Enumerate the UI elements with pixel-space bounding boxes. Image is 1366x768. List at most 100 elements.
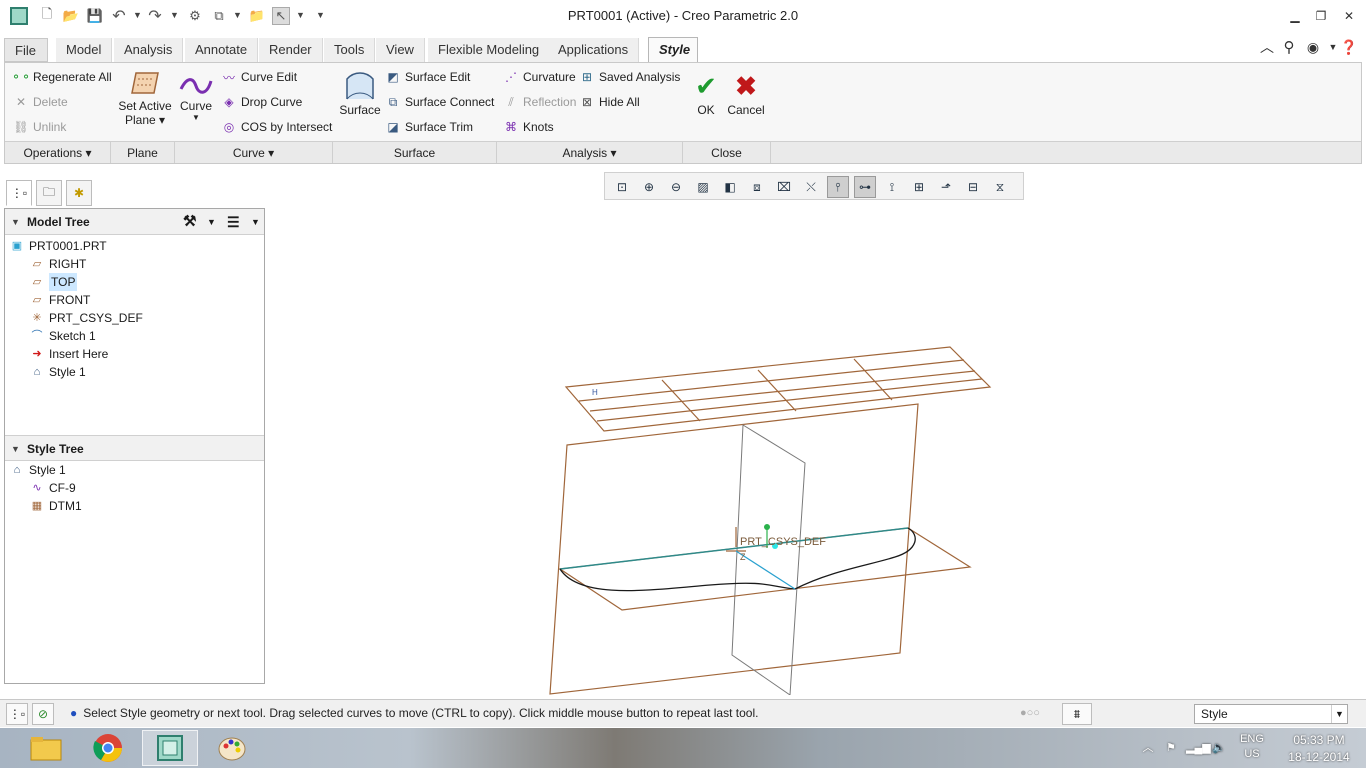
help-question-icon[interactable]: ❓ (1340, 38, 1358, 56)
creo-taskbar-icon[interactable] (142, 730, 198, 766)
creo-app-icon[interactable] (10, 7, 28, 25)
folder-browser-tab-icon[interactable]: 🗀 (36, 180, 62, 206)
new-icon[interactable]: 🗋 (38, 6, 56, 25)
regenerate-all-button[interactable]: ⚬⚬ Regenerate All (11, 67, 112, 87)
tree-item-right[interactable]: ▱ RIGHT (29, 255, 87, 273)
chevron-down-icon[interactable]: ▼ (1331, 705, 1347, 723)
style-tree-item-style[interactable]: ⌂ Style 1 (9, 461, 66, 479)
tab-model[interactable]: Model (56, 38, 113, 62)
selection-filter-dropdown[interactable]: Style ▼ (1194, 704, 1348, 724)
find-icon[interactable]: ⩩ (1062, 703, 1092, 725)
action-center-icon[interactable]: ⚑ (1162, 728, 1180, 768)
tab-flexible-modeling[interactable]: Flexible Modeling (428, 38, 551, 62)
tab-style[interactable]: Style (648, 37, 698, 63)
surface-connect-button[interactable]: ⧉ Surface Connect (385, 92, 495, 112)
plane-display-icon[interactable]: ⤬ (800, 176, 822, 198)
tree-settings-dropdown-icon[interactable]: ▼ (207, 209, 216, 235)
style-tree-item-cf9[interactable]: ∿ CF-9 (29, 479, 75, 497)
select-icon[interactable]: ↖ (272, 7, 290, 25)
saved-analysis-button[interactable]: ⊞ Saved Analysis (579, 67, 680, 87)
repaint-icon[interactable]: ▨ (692, 176, 714, 198)
surface-edit-button[interactable]: ◩ Surface Edit (385, 67, 470, 87)
select-dropdown-icon[interactable]: ▼ (296, 10, 305, 20)
undo-dropdown-icon[interactable]: ▼ (133, 10, 142, 20)
open-icon[interactable]: 📂 (62, 7, 80, 25)
display-style-icon[interactable]: ◧ (719, 176, 741, 198)
view-manager-icon[interactable]: ⌧ (773, 176, 795, 198)
point-display-icon[interactable]: ⊶ (854, 176, 876, 198)
curve-group-label[interactable]: Curve ▾ (175, 141, 333, 163)
model-tree-tab-icon[interactable]: ⋮▫ (6, 180, 32, 206)
paint-icon[interactable] (204, 730, 260, 766)
window-dropdown-icon[interactable]: ▼ (233, 10, 242, 20)
redo-icon[interactable]: ↷ (146, 7, 164, 25)
tab-tools[interactable]: Tools (324, 38, 376, 62)
file-explorer-icon[interactable] (18, 730, 74, 766)
refit-icon[interactable]: ⊡ (611, 176, 633, 198)
collapse-triangle-icon[interactable]: ▼ (11, 436, 20, 462)
show-hidden-icons-icon[interactable]: ︿ (1140, 728, 1156, 768)
active-plane-dtm1[interactable]: H (564, 346, 992, 432)
reflection-button[interactable]: ⫽ Reflection (503, 92, 576, 112)
drop-curve-button[interactable]: ◈ Drop Curve (221, 92, 302, 112)
surface-trim-button[interactable]: ◪ Surface Trim (385, 117, 473, 137)
favorites-tab-icon[interactable]: ✱ (66, 180, 92, 206)
zoom-out-icon[interactable]: ⊖ (665, 176, 687, 198)
unlink-button[interactable]: ⛓ Unlink (13, 117, 66, 137)
toggle-navigator-icon[interactable]: ⋮▫ (6, 703, 28, 725)
saved-orientations-icon[interactable]: ⧈ (746, 176, 768, 198)
tab-analysis[interactable]: Analysis (114, 38, 184, 62)
tree-show-dropdown-icon[interactable]: ▼ (251, 209, 260, 235)
cancel-button[interactable]: ✖ Cancel (725, 71, 767, 117)
tree-item-style[interactable]: ⌂ Style 1 (29, 363, 86, 381)
curve-edit-button[interactable]: 〰 Curve Edit (221, 67, 297, 87)
collapse-triangle-icon[interactable]: ▼ (11, 209, 20, 235)
tree-settings-icon[interactable]: ⚒ (183, 209, 196, 235)
customize-toolbar-icon[interactable]: ▼ (316, 10, 325, 20)
toggle-browser-icon[interactable]: ⊘ (32, 703, 54, 725)
set-active-plane-button[interactable]: Set Active Plane ▾ (113, 69, 177, 127)
search-icon[interactable]: ⚲ (1280, 38, 1298, 56)
curve-button[interactable]: Curve ▼ (177, 75, 215, 122)
tree-item-top[interactable]: ▱ TOP (29, 273, 78, 291)
csys-display-icon[interactable]: ⟟ (881, 176, 903, 198)
hide-all-button[interactable]: ⊠ Hide All (579, 92, 640, 112)
cos-by-intersect-button[interactable]: ◎ COS by Intersect (221, 117, 333, 137)
regenerate-icon[interactable]: ⚙ (186, 7, 204, 25)
tab-view[interactable]: View (376, 38, 425, 62)
tree-item-sketch[interactable]: ⌒ Sketch 1 (29, 327, 96, 345)
close-window-icon[interactable]: 📁 (248, 7, 266, 25)
grid-display-icon[interactable]: ⊟ (962, 176, 984, 198)
tree-item-csys[interactable]: ✳ PRT_CSYS_DEF (29, 309, 142, 327)
tree-item-insert-here[interactable]: ➜ Insert Here (29, 345, 108, 363)
redo-dropdown-icon[interactable]: ▼ (170, 10, 179, 20)
model-viewport[interactable]: H PRT_CSYS_DEF Z (270, 205, 1362, 696)
help-icon[interactable]: ◉ (1304, 38, 1322, 56)
tree-item-front[interactable]: ▱ FRONT (29, 291, 91, 309)
graphics-window[interactable]: H PRT_CSYS_DEF Z (270, 205, 1362, 696)
axis-display-icon[interactable]: ⫯ (827, 176, 849, 198)
operations-group-label[interactable]: Operations ▾ (5, 141, 111, 163)
csys-glyph[interactable]: PRT_CSYS_DEF Z (726, 524, 826, 590)
surface-button[interactable]: Surface (339, 71, 381, 117)
language-indicator[interactable]: ENG US (1234, 728, 1270, 768)
clock[interactable]: 05:33 PM 18-12-2014 (1276, 728, 1362, 768)
mirror-display-icon[interactable]: ⧖ (989, 176, 1011, 198)
analysis-group-label[interactable]: Analysis ▾ (497, 141, 683, 163)
volume-icon[interactable]: 🔈 (1210, 728, 1228, 768)
undo-icon[interactable]: ↶ (110, 7, 128, 25)
tab-annotate[interactable]: Annotate (185, 38, 259, 62)
collapse-ribbon-icon[interactable]: ︿ (1258, 38, 1276, 56)
spin-center-icon[interactable]: ⊞ (908, 176, 930, 198)
knots-button[interactable]: ⌘ Knots (503, 117, 554, 137)
curvature-button[interactable]: ⋰ Curvature (503, 67, 576, 87)
network-icon[interactable]: ▂▄▆ (1186, 728, 1211, 768)
chrome-icon[interactable] (80, 730, 136, 766)
delete-button[interactable]: ✕ Delete (13, 92, 68, 112)
tab-render[interactable]: Render (259, 38, 323, 62)
tree-show-icon[interactable]: ☰ (227, 209, 240, 235)
close-icon[interactable]: ✕ (1338, 6, 1360, 26)
tree-item-part[interactable]: ▣ PRT0001.PRT (9, 237, 107, 255)
restore-icon[interactable]: ❐ (1310, 6, 1332, 26)
file-menu-button[interactable]: File ▾ (4, 38, 48, 82)
